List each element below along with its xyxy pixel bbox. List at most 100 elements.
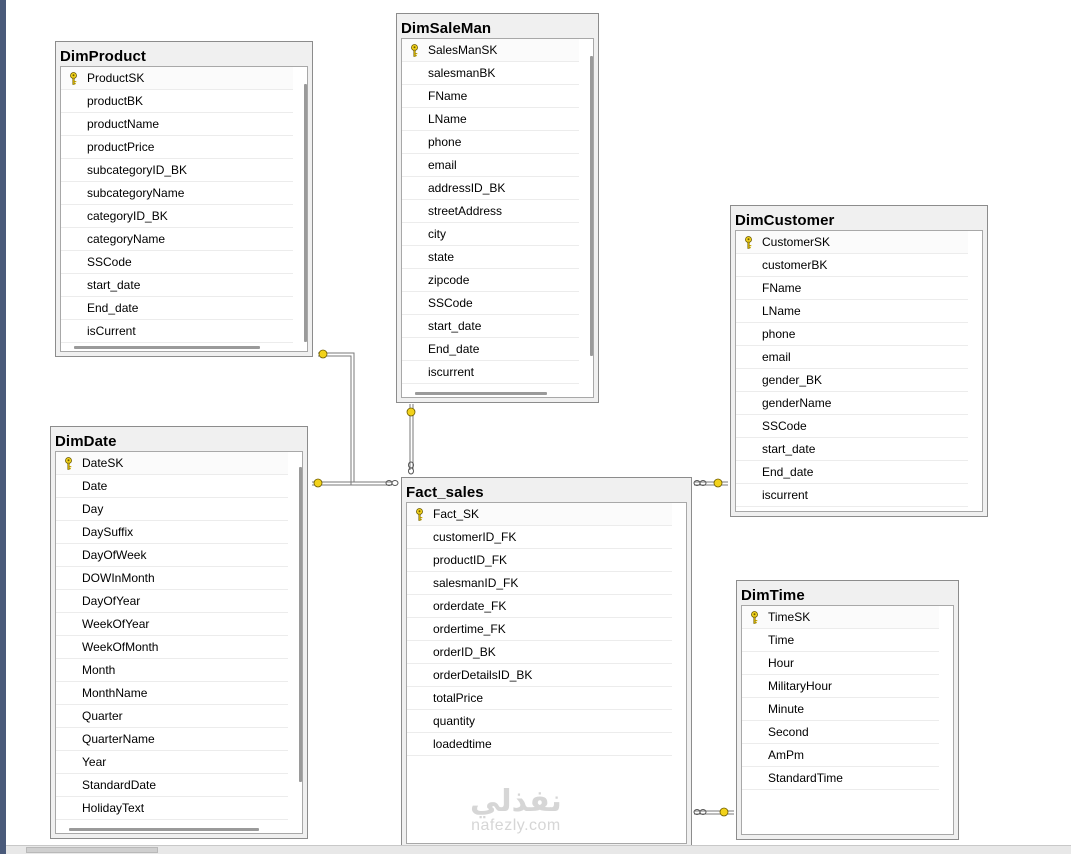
column-row[interactable]: FName <box>736 277 968 300</box>
column-row[interactable]: DayOfWeek <box>56 544 288 567</box>
column-name: zipcode <box>428 273 470 287</box>
column-name: salesmanID_FK <box>433 576 519 590</box>
column-name: Date <box>82 479 108 493</box>
column-row[interactable]: genderName <box>736 392 968 415</box>
column-name: phone <box>762 327 796 341</box>
column-row[interactable]: Day <box>56 498 288 521</box>
table-dim-date[interactable]: DimDate DateSK Date Day DaySuffix DayOfWeek D… <box>50 426 308 839</box>
column-row[interactable]: AmPm <box>742 744 939 767</box>
column-row[interactable]: phone <box>402 131 579 154</box>
column-row[interactable]: orderDetailsID_BK <box>407 664 672 687</box>
column-row[interactable]: SSCode <box>736 415 968 438</box>
column-row[interactable]: quantity <box>407 710 672 733</box>
vertical-scrollbar[interactable] <box>304 84 307 342</box>
column-row[interactable]: StandardDate <box>56 774 288 797</box>
column-row[interactable]: start_date <box>402 315 579 338</box>
column-row[interactable]: End_date <box>736 461 968 484</box>
column-row[interactable]: WeekOfYear <box>56 613 288 636</box>
column-row[interactable]: Quarter <box>56 705 288 728</box>
column-name: Fact_SK <box>433 507 480 521</box>
column-row[interactable]: MilitaryHour <box>742 675 939 698</box>
column-name: Month <box>82 663 116 677</box>
column-row[interactable]: StandardTime <box>742 767 939 790</box>
table-dim-customer[interactable]: DimCustomer CustomerSK customerBK FName LNa… <box>730 205 988 517</box>
primary-key-row[interactable]: TimeSK <box>742 606 939 629</box>
column-row[interactable]: salesmanID_FK <box>407 572 672 595</box>
column-row[interactable]: subcategoryName <box>61 182 293 205</box>
horizontal-scrollbar[interactable] <box>74 346 260 349</box>
column-row[interactable]: start_date <box>736 438 968 461</box>
column-row[interactable]: addressID_BK <box>402 177 579 200</box>
canvas-horizontal-scrollbar[interactable] <box>6 845 1071 854</box>
table-dim-time[interactable]: DimTime TimeSK Time Hour MilitaryHour Minute… <box>736 580 959 840</box>
column-row[interactable]: customerID_FK <box>407 526 672 549</box>
column-row[interactable]: streetAddress <box>402 200 579 223</box>
column-row[interactable]: email <box>402 154 579 177</box>
column-row[interactable]: QuarterName <box>56 728 288 751</box>
vertical-scrollbar[interactable] <box>299 467 302 782</box>
vertical-scrollbar[interactable] <box>590 56 593 356</box>
column-name: LName <box>428 112 467 126</box>
table-dim-saleman[interactable]: DimSaleMan SalesManSK salesmanBK FName LNam… <box>396 13 599 403</box>
column-row[interactable]: WeekOfMonth <box>56 636 288 659</box>
column-row[interactable]: ordertime_FK <box>407 618 672 641</box>
column-row[interactable]: Hour <box>742 652 939 675</box>
primary-key-row[interactable]: ProductSK <box>61 67 293 90</box>
column-row[interactable]: totalPrice <box>407 687 672 710</box>
column-row[interactable]: orderdate_FK <box>407 595 672 618</box>
column-row[interactable]: categoryID_BK <box>61 205 293 228</box>
primary-key-row[interactable]: Fact_SK <box>407 503 672 526</box>
horizontal-scrollbar[interactable] <box>415 392 547 395</box>
column-row[interactable]: MonthName <box>56 682 288 705</box>
column-row[interactable]: DOWInMonth <box>56 567 288 590</box>
column-row[interactable]: start_date <box>61 274 293 297</box>
column-row[interactable]: loadedtime <box>407 733 672 756</box>
column-row[interactable]: productID_FK <box>407 549 672 572</box>
column-row[interactable]: LName <box>736 300 968 323</box>
column-name: city <box>428 227 446 241</box>
column-row[interactable]: Month <box>56 659 288 682</box>
column-row[interactable]: End_date <box>402 338 579 361</box>
column-row[interactable]: productName <box>61 113 293 136</box>
primary-key-row[interactable]: SalesManSK <box>402 39 579 62</box>
column-row[interactable]: SSCode <box>61 251 293 274</box>
column-row[interactable]: iscurrent <box>736 484 968 507</box>
primary-key-row[interactable]: CustomerSK <box>736 231 968 254</box>
watermark-latin: nafezly.com <box>471 817 561 834</box>
column-row[interactable]: phone <box>736 323 968 346</box>
column-row[interactable]: zipcode <box>402 269 579 292</box>
column-row[interactable]: productBK <box>61 90 293 113</box>
column-row[interactable]: gender_BK <box>736 369 968 392</box>
table-dim-product[interactable]: DimProduct ProductSK productBK productName… <box>55 41 313 357</box>
column-name: customerBK <box>762 258 828 272</box>
column-row[interactable]: productPrice <box>61 136 293 159</box>
rel-product-fact <box>318 352 392 483</box>
column-row[interactable]: salesmanBK <box>402 62 579 85</box>
horizontal-scrollbar[interactable] <box>69 828 259 831</box>
primary-key-row[interactable]: DateSK <box>56 452 288 475</box>
column-row[interactable]: isCurrent <box>61 320 293 343</box>
column-row[interactable]: subcategoryID_BK <box>61 159 293 182</box>
scrollbar-thumb[interactable] <box>26 847 158 853</box>
column-row[interactable]: Date <box>56 475 288 498</box>
column-row[interactable]: Minute <box>742 698 939 721</box>
column-row[interactable]: FName <box>402 85 579 108</box>
column-row[interactable]: customerBK <box>736 254 968 277</box>
column-row[interactable]: orderID_BK <box>407 641 672 664</box>
column-name: Hour <box>768 656 795 670</box>
column-row[interactable]: email <box>736 346 968 369</box>
column-row[interactable]: DayOfYear <box>56 590 288 613</box>
column-row[interactable]: Year <box>56 751 288 774</box>
column-row[interactable]: iscurrent <box>402 361 579 384</box>
column-row[interactable]: Second <box>742 721 939 744</box>
column-row[interactable]: state <box>402 246 579 269</box>
column-row[interactable]: HolidayText <box>56 797 288 820</box>
column-row[interactable]: Time <box>742 629 939 652</box>
diagram-canvas[interactable]: DimProduct ProductSK productBK productName… <box>0 0 1071 854</box>
column-row[interactable]: End_date <box>61 297 293 320</box>
column-row[interactable]: SSCode <box>402 292 579 315</box>
column-row[interactable]: LName <box>402 108 579 131</box>
column-row[interactable]: categoryName <box>61 228 293 251</box>
column-row[interactable]: city <box>402 223 579 246</box>
column-row[interactable]: DaySuffix <box>56 521 288 544</box>
